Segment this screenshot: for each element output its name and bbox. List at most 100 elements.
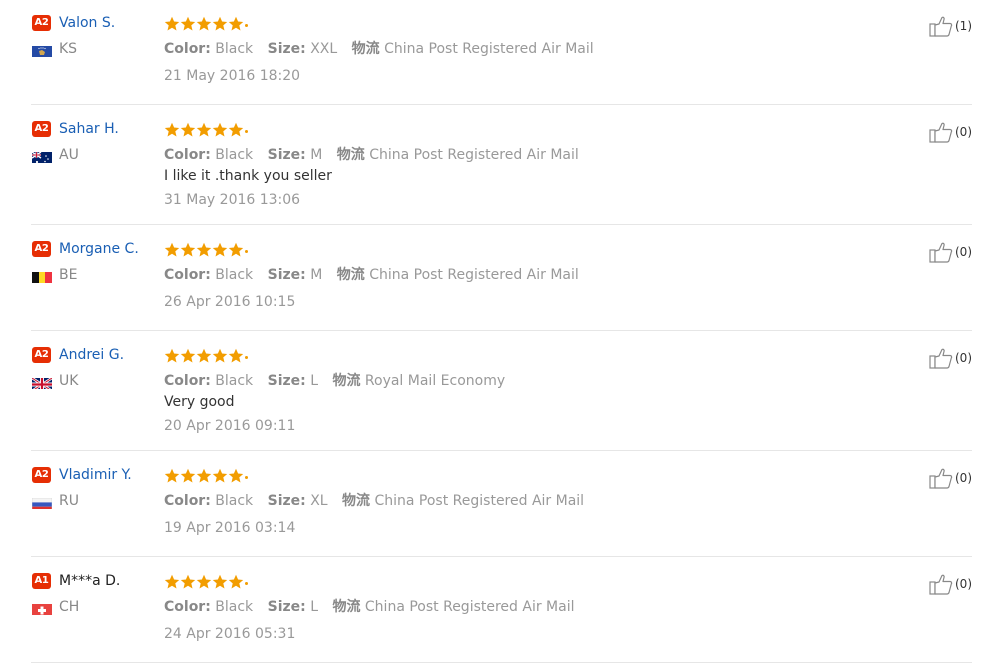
buyer-level-badge: A2 [32, 241, 51, 257]
star-icon [164, 242, 180, 257]
star-icon [164, 122, 180, 137]
review-date: 24 Apr 2016 05:31 [164, 626, 296, 642]
helpful-count: (0) [955, 351, 972, 365]
buyer-country: RU [59, 493, 79, 509]
buyer-name: M***a D. [59, 573, 121, 589]
logistics-label: 物流 [332, 599, 361, 615]
star-icon [196, 242, 212, 257]
logistics-value: China Post Registered Air Mail [369, 147, 579, 163]
color-value: Black [215, 373, 254, 389]
thumbs-up-icon [929, 467, 953, 489]
color-label: Color: [164, 147, 211, 163]
color-value: Black [215, 147, 254, 163]
order-info: Color: Black Size: M 物流 China Post Regis… [164, 265, 579, 285]
review-item: A1 M***a D. CH Color: Black Size: L 物流 C… [31, 572, 972, 663]
color-value: Black [215, 267, 254, 283]
star-icon [196, 468, 212, 483]
buyer-level-badge: A2 [32, 347, 51, 363]
size-label: Size: [267, 267, 306, 283]
australia-flag-icon [32, 150, 52, 163]
helpful-count: (0) [955, 245, 972, 259]
review-date: 19 Apr 2016 03:14 [164, 520, 296, 536]
buyer-name-link[interactable]: Andrei G. [59, 345, 124, 365]
size-label: Size: [267, 493, 306, 509]
color-label: Color: [164, 493, 211, 509]
star-icon [180, 242, 196, 257]
color-label: Color: [164, 599, 211, 615]
order-info: Color: Black Size: L 物流 China Post Regis… [164, 597, 574, 617]
order-info: Color: Black Size: XL 物流 China Post Regi… [164, 491, 584, 511]
star-icon [196, 348, 212, 363]
star-icon [212, 242, 228, 257]
star-icon [228, 468, 244, 483]
kosovo-flag-icon [32, 44, 52, 57]
rating-end-dot [245, 356, 248, 359]
thumbs-up-icon [929, 15, 953, 37]
thumbs-up-icon [929, 241, 953, 263]
buyer-country: UK [59, 373, 79, 389]
star-icon [196, 16, 212, 31]
review-list: A2 Valon S. KS Color: Black Size: XXL 物流… [0, 0, 1000, 667]
buyer-name-link[interactable]: Morgane C. [59, 239, 139, 259]
helpful-button[interactable]: (1) [929, 15, 972, 37]
star-icon [212, 468, 228, 483]
buyer-name-link[interactable]: Vladimir Y. [59, 465, 132, 485]
buyer-name-link[interactable]: Sahar H. [59, 119, 119, 139]
size-value: L [310, 373, 318, 389]
review-text: I like it .thank you seller [164, 168, 332, 184]
star-icon [212, 122, 228, 137]
thumbs-up-icon [929, 121, 953, 143]
thumbs-up-icon [929, 573, 953, 595]
star-icon [212, 348, 228, 363]
review-date: 26 Apr 2016 10:15 [164, 294, 296, 310]
helpful-button[interactable]: (0) [929, 347, 972, 369]
star-icon [228, 242, 244, 257]
logistics-label: 物流 [342, 493, 371, 509]
rating-end-dot [245, 250, 248, 253]
logistics-label: 物流 [351, 41, 380, 57]
review-text: Very good [164, 394, 235, 410]
logistics-value: Royal Mail Economy [364, 373, 506, 389]
logistics-label: 物流 [336, 267, 365, 283]
star-icon [228, 348, 244, 363]
size-label: Size: [267, 147, 306, 163]
helpful-button[interactable]: (0) [929, 573, 972, 595]
buyer-level-badge: A2 [32, 467, 51, 483]
buyer-country: KS [59, 41, 78, 57]
switzerland-flag-icon [32, 602, 52, 615]
review-item: A2 Morgane C. BE Color: Black Size: M 物流… [31, 240, 972, 331]
size-value: XL [310, 493, 328, 509]
star-icon [180, 16, 196, 31]
rating-end-dot [245, 476, 248, 479]
star-icon [180, 348, 196, 363]
color-label: Color: [164, 267, 211, 283]
star-icon [228, 574, 244, 589]
size-label: Size: [267, 41, 306, 57]
star-icon [196, 122, 212, 137]
logistics-value: China Post Registered Air Mail [364, 599, 575, 615]
helpful-button[interactable]: (0) [929, 121, 972, 143]
review-item: A2 Valon S. KS Color: Black Size: XXL 物流… [31, 14, 972, 105]
order-info: Color: Black Size: XXL 物流 China Post Reg… [164, 39, 594, 59]
rating-end-dot [245, 582, 248, 585]
buyer-level-badge: A1 [32, 573, 51, 589]
review-date: 21 May 2016 18:20 [164, 68, 301, 84]
logistics-label: 物流 [336, 147, 365, 163]
review-item: A2 Andrei G. UK Color: Black Size: L 物流 … [31, 346, 972, 451]
helpful-button[interactable]: (0) [929, 241, 972, 263]
helpful-button[interactable]: (0) [929, 467, 972, 489]
size-value: XXL [310, 41, 338, 57]
helpful-count: (1) [955, 19, 972, 33]
thumbs-up-icon [929, 347, 953, 369]
star-icon [180, 122, 196, 137]
buyer-name-link[interactable]: Valon S. [59, 13, 115, 33]
rating-stars [164, 468, 248, 484]
star-icon [164, 574, 180, 589]
belgium-flag-icon [32, 270, 52, 283]
logistics-value: China Post Registered Air Mail [369, 267, 579, 283]
review-date: 31 May 2016 13:06 [164, 192, 301, 208]
star-icon [228, 122, 244, 137]
color-value: Black [215, 493, 254, 509]
star-icon [212, 16, 228, 31]
star-icon [164, 468, 180, 483]
